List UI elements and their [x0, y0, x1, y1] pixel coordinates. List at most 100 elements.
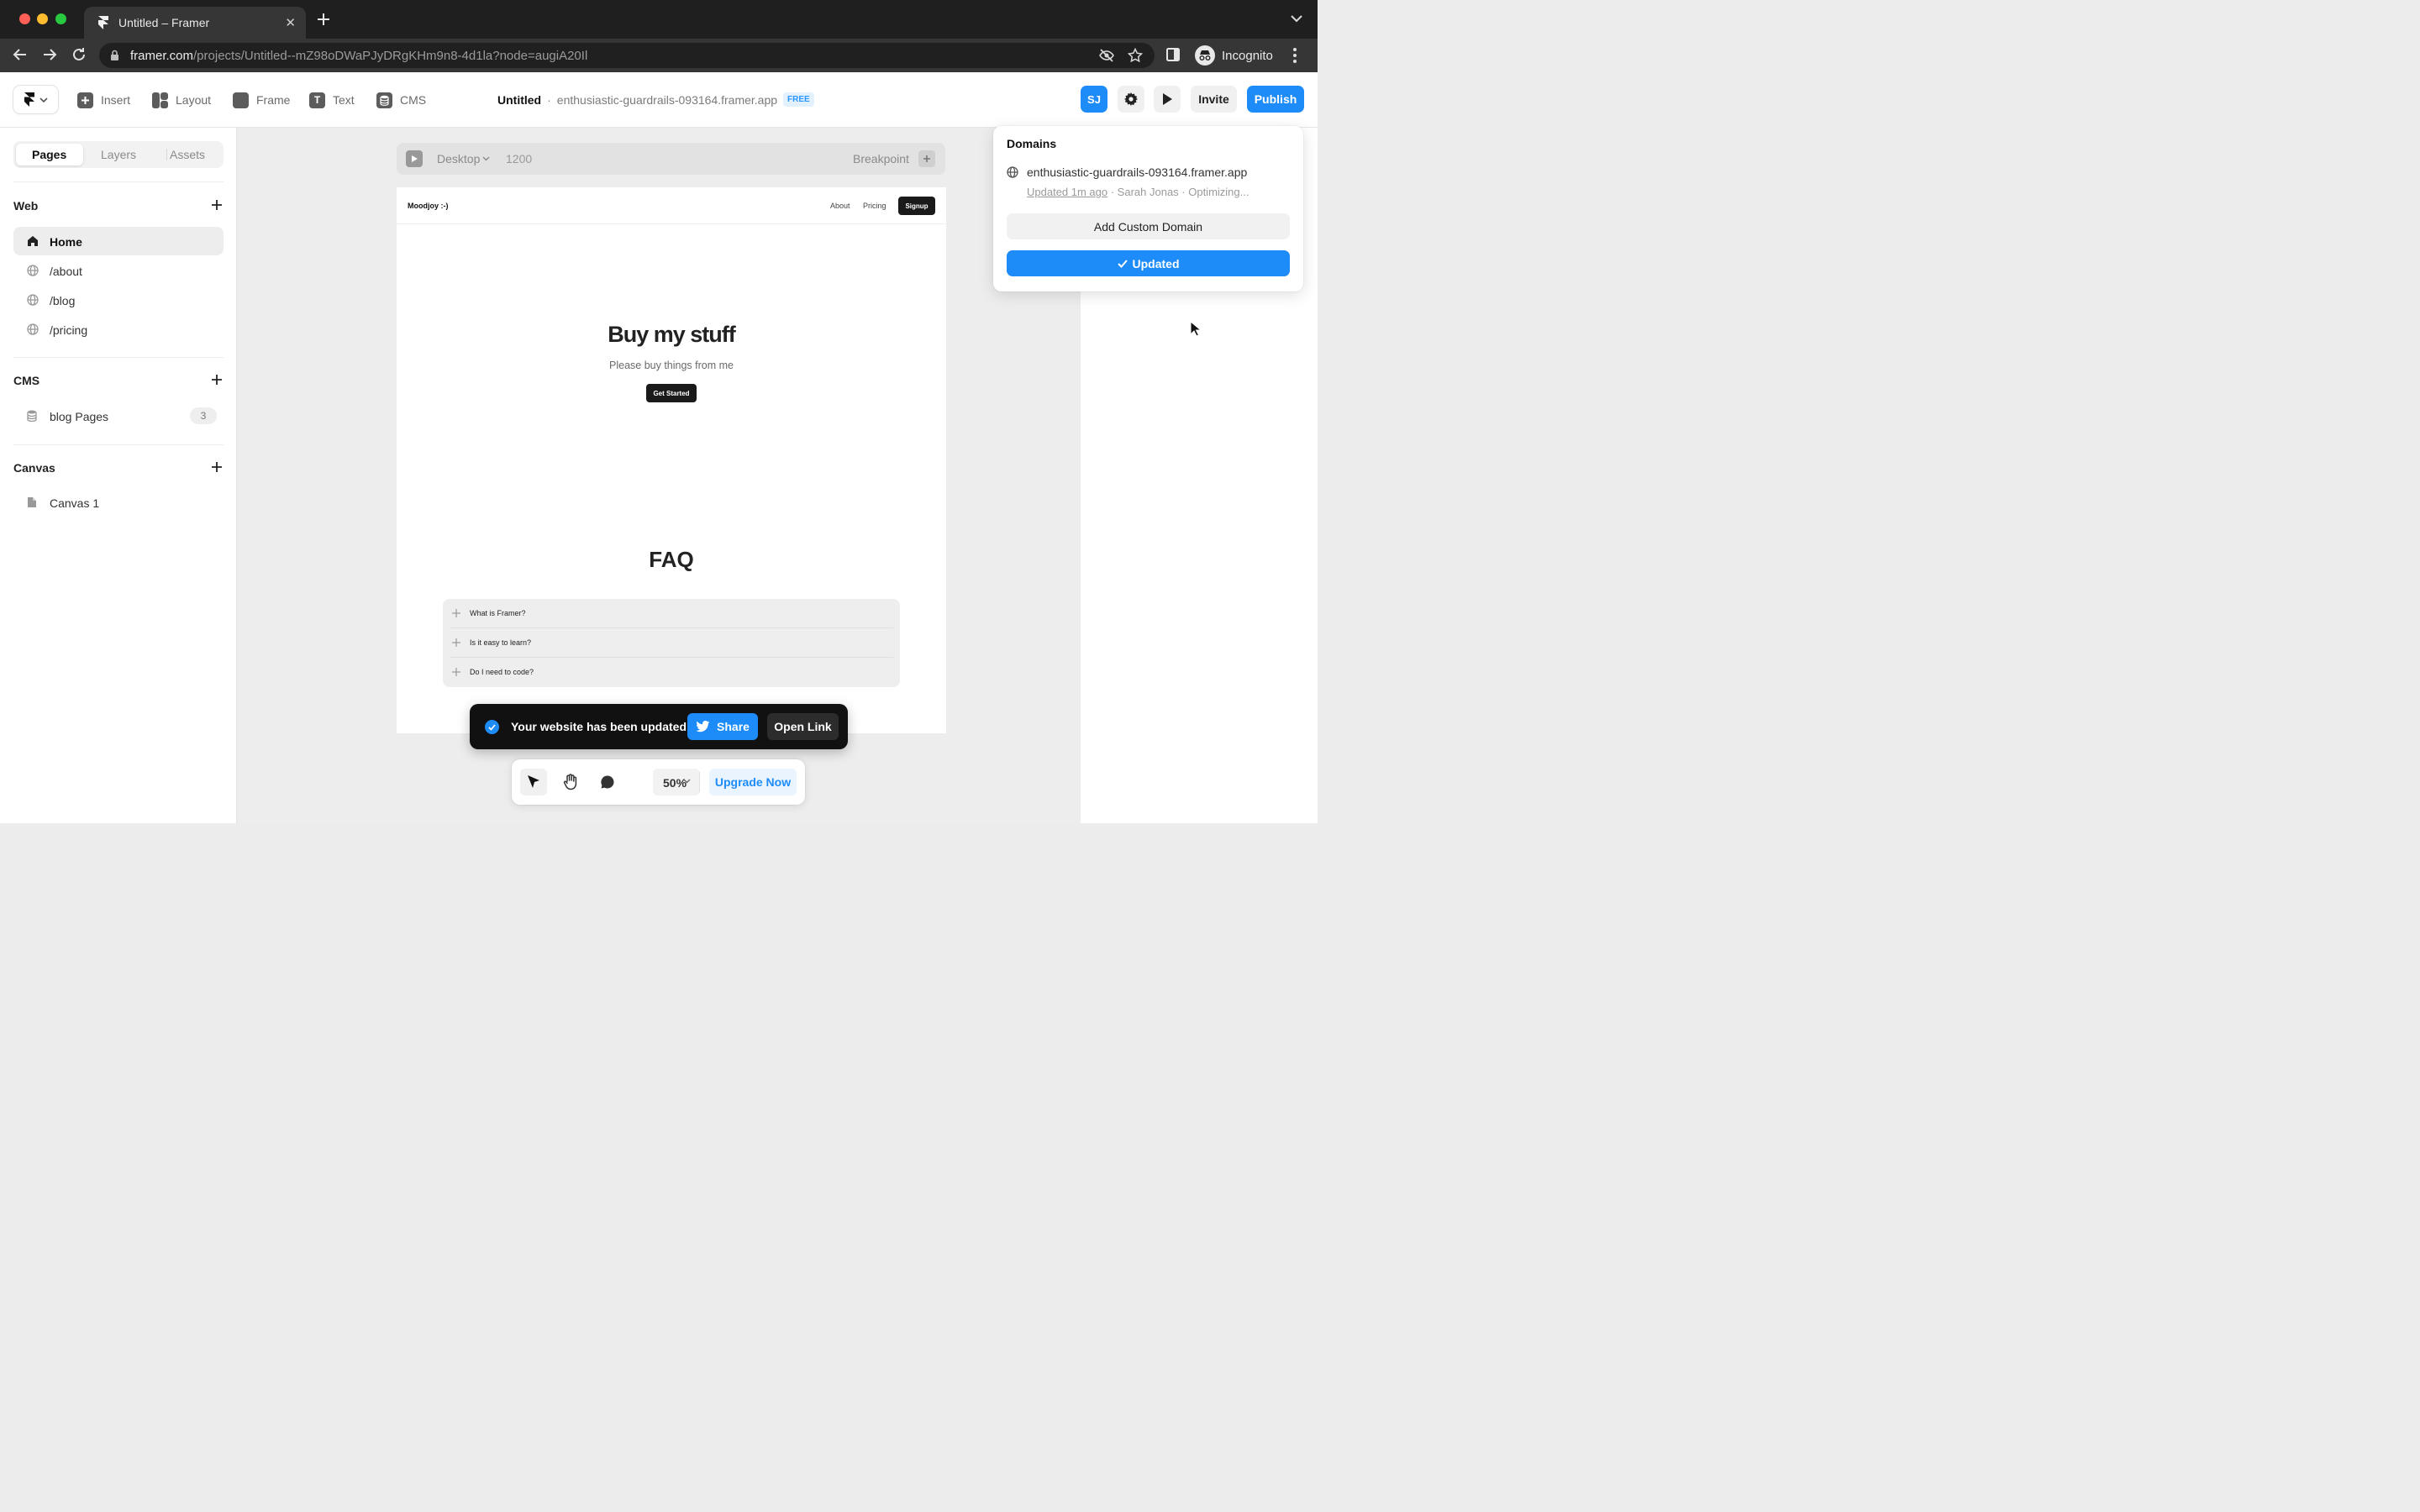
maximize-window-button[interactable]	[55, 13, 66, 24]
preview-play-icon[interactable]	[406, 150, 423, 167]
insert-button[interactable]: Insert	[77, 91, 130, 109]
browser-address-bar: framer.com/projects/Untitled--mZ98oDWaPJ…	[0, 39, 1318, 72]
hand-tool-button[interactable]	[557, 769, 584, 795]
user-avatar[interactable]: SJ	[1081, 86, 1107, 113]
hero-title[interactable]: Buy my stuff	[397, 322, 946, 348]
add-collection-plus-icon[interactable]	[211, 374, 223, 386]
database-icon	[27, 410, 37, 422]
chevron-down-icon	[683, 779, 691, 784]
canvas-section-title: Canvas	[13, 461, 55, 475]
get-started-button[interactable]: Get Started	[646, 384, 697, 402]
faq-item[interactable]: Is it easy to learn?	[450, 628, 893, 658]
globe-icon	[1007, 166, 1018, 178]
pointer-arrow-icon	[527, 774, 540, 790]
cms-item-label: blog Pages	[50, 410, 109, 423]
add-page-plus-icon[interactable]	[211, 199, 223, 211]
canvas-item-1[interactable]: Canvas 1	[13, 488, 224, 517]
checkmark-icon	[1117, 259, 1128, 268]
globe-icon	[27, 265, 39, 276]
minimize-window-button[interactable]	[37, 13, 48, 24]
side-panel-icon[interactable]	[1166, 48, 1180, 61]
frame-label: Frame	[256, 93, 291, 107]
preview-button[interactable]	[1154, 86, 1181, 113]
page-item-pricing[interactable]: /pricing	[13, 315, 224, 344]
profile-label: Incognito	[1222, 48, 1273, 63]
updated-button[interactable]: Updated	[1007, 250, 1290, 276]
zoom-selector[interactable]: 50%	[653, 769, 700, 795]
hand-icon	[563, 774, 578, 790]
site-logo[interactable]: Moodjoy :-)	[408, 202, 449, 210]
browser-tab[interactable]: Untitled – Framer ✕	[84, 7, 306, 39]
open-link-button[interactable]: Open Link	[767, 713, 839, 740]
eye-slash-icon[interactable]	[1099, 48, 1114, 63]
device-selector[interactable]: Desktop	[437, 152, 490, 165]
framer-favicon-icon	[97, 16, 109, 29]
site-link-about[interactable]: About	[830, 202, 850, 210]
browser-tab-bar: Untitled – Framer ✕	[0, 0, 1318, 39]
new-tab-icon[interactable]	[316, 12, 331, 27]
forward-arrow-icon[interactable]	[42, 47, 57, 62]
title-separator: ·	[547, 92, 551, 107]
frame-width[interactable]: 1200	[506, 152, 532, 165]
upgrade-now-button[interactable]: Upgrade Now	[709, 769, 797, 795]
invite-button[interactable]: Invite	[1191, 86, 1237, 113]
add-breakpoint-plus-icon[interactable]	[918, 150, 935, 167]
faq-list[interactable]: What is Framer? Is it easy to learn? Do …	[443, 599, 900, 687]
cms-button[interactable]: CMS	[376, 91, 426, 109]
share-button[interactable]: Share	[687, 713, 758, 740]
tab-search-chevron-icon[interactable]	[1291, 15, 1302, 23]
globe-icon	[27, 323, 39, 335]
project-title[interactable]: Untitled · enthusiastic-guardrails-09316…	[497, 92, 814, 107]
faq-item[interactable]: What is Framer?	[450, 599, 893, 628]
tab-assets[interactable]: Assets	[170, 148, 205, 161]
update-toast: Your website has been updated Share Open…	[470, 704, 848, 749]
site-navbar[interactable]: Moodjoy :-) About Pricing Signup	[397, 187, 946, 224]
close-window-button[interactable]	[19, 13, 30, 24]
comment-tool-button[interactable]	[594, 769, 621, 795]
browser-menu-icon[interactable]	[1292, 47, 1297, 64]
play-icon	[1161, 92, 1173, 106]
page-label: /about	[50, 265, 82, 278]
tab-pages[interactable]: Pages	[32, 148, 66, 161]
page-item-home[interactable]: Home	[13, 227, 224, 255]
add-custom-domain-button[interactable]: Add Custom Domain	[1007, 213, 1290, 239]
incognito-profile-button[interactable]: Incognito	[1192, 44, 1281, 67]
database-icon	[376, 92, 392, 108]
site-signup-button[interactable]: Signup	[898, 197, 935, 215]
tab-title: Untitled – Framer	[118, 16, 210, 29]
incognito-icon	[1195, 45, 1215, 66]
site-frame[interactable]: Moodjoy :-) About Pricing Signup Buy my …	[397, 187, 946, 733]
plus-icon	[452, 609, 460, 617]
publish-meta: Updated 1m ago · Sarah Jonas · Optimizin…	[1027, 186, 1249, 198]
close-tab-icon[interactable]: ✕	[285, 15, 296, 30]
faq-question: Do I need to code?	[470, 668, 534, 676]
page-item-about[interactable]: /about	[13, 256, 224, 285]
back-arrow-icon[interactable]	[13, 47, 28, 62]
layout-button[interactable]: Layout	[152, 91, 211, 109]
published-domain-link[interactable]: enthusiastic-guardrails-093164.framer.ap…	[1027, 165, 1247, 179]
faq-item[interactable]: Do I need to code?	[450, 658, 893, 687]
bookmark-star-icon[interactable]	[1128, 48, 1143, 63]
select-tool-button[interactable]	[520, 769, 547, 795]
url-bar[interactable]: framer.com/projects/Untitled--mZ98oDWaPJ…	[99, 43, 1155, 68]
text-label: Text	[333, 93, 355, 107]
home-icon	[27, 235, 39, 247]
reload-icon[interactable]	[71, 47, 87, 62]
document-icon	[27, 496, 37, 508]
plan-badge: FREE	[783, 92, 814, 107]
faq-title[interactable]: FAQ	[397, 547, 946, 573]
tab-layers[interactable]: Layers	[101, 148, 136, 161]
framer-menu-button[interactable]	[13, 86, 58, 113]
cms-item-blog-pages[interactable]: blog Pages 3	[13, 402, 224, 430]
add-canvas-plus-icon[interactable]	[211, 461, 223, 473]
page-item-blog[interactable]: /blog	[13, 286, 224, 314]
settings-button[interactable]	[1118, 86, 1144, 113]
site-link-pricing[interactable]: Pricing	[863, 202, 886, 210]
frame-button[interactable]: Frame	[233, 91, 290, 109]
hero-subtitle[interactable]: Please buy things from me	[397, 360, 946, 371]
updated-time-link[interactable]: Updated 1m ago	[1027, 186, 1107, 198]
framer-toolbar: Insert Layout Frame T Text CMS Untitled …	[0, 72, 1318, 128]
breakpoint-label[interactable]: Breakpoint	[853, 152, 909, 165]
publish-button[interactable]: Publish	[1247, 86, 1304, 113]
text-button[interactable]: T Text	[309, 91, 355, 109]
